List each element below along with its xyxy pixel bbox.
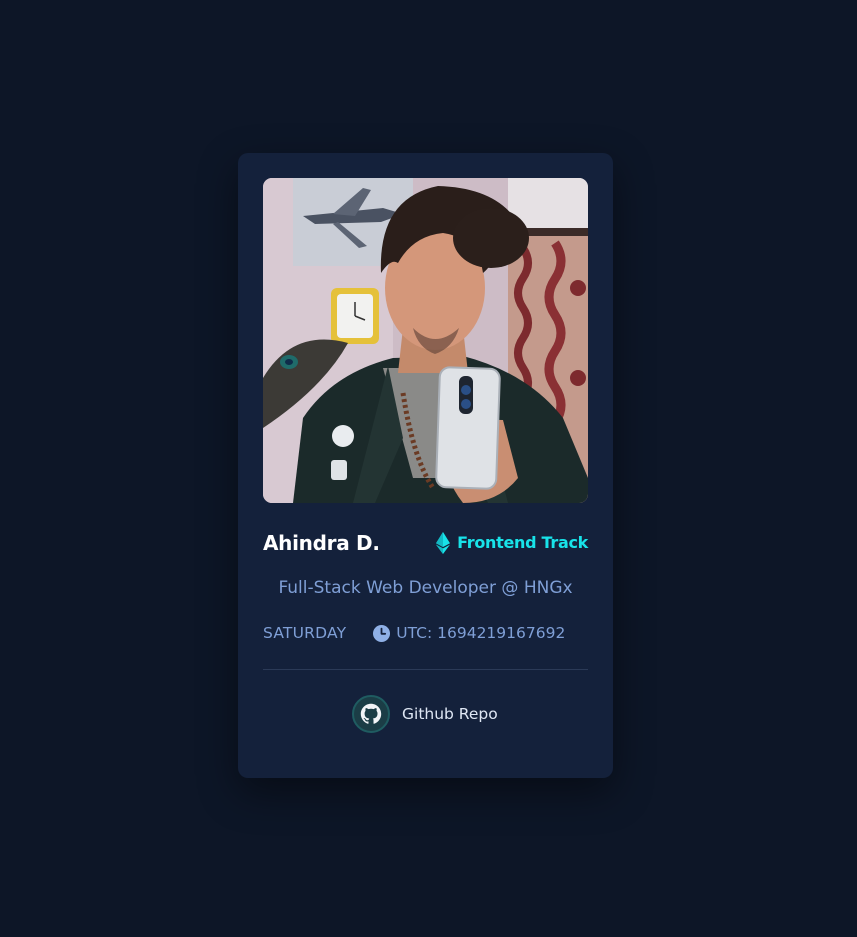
utc-value: UTC: 1694219167692 xyxy=(396,624,566,642)
github-repo-label: Github Repo xyxy=(402,705,498,723)
profile-photo xyxy=(263,178,588,503)
current-day: SATURDAY xyxy=(263,624,347,642)
divider xyxy=(263,669,588,670)
ethereum-icon xyxy=(436,532,451,554)
profile-meta: SATURDAY UTC: 1694219167692 xyxy=(263,621,588,645)
utc-time: UTC: 1694219167692 xyxy=(373,624,565,642)
profile-role: Full-Stack Web Developer @ HNGx xyxy=(278,578,573,598)
clock-icon xyxy=(373,624,391,642)
track-badge: Frontend Track xyxy=(436,530,588,556)
profile-card: Ahindra D. Frontend Track Full-Stack Web… xyxy=(238,153,613,778)
track-label: Frontend Track xyxy=(457,533,588,552)
github-repo-link[interactable]: Github Repo xyxy=(352,695,498,733)
profile-name: Ahindra D. xyxy=(263,531,380,555)
github-icon xyxy=(352,695,390,733)
